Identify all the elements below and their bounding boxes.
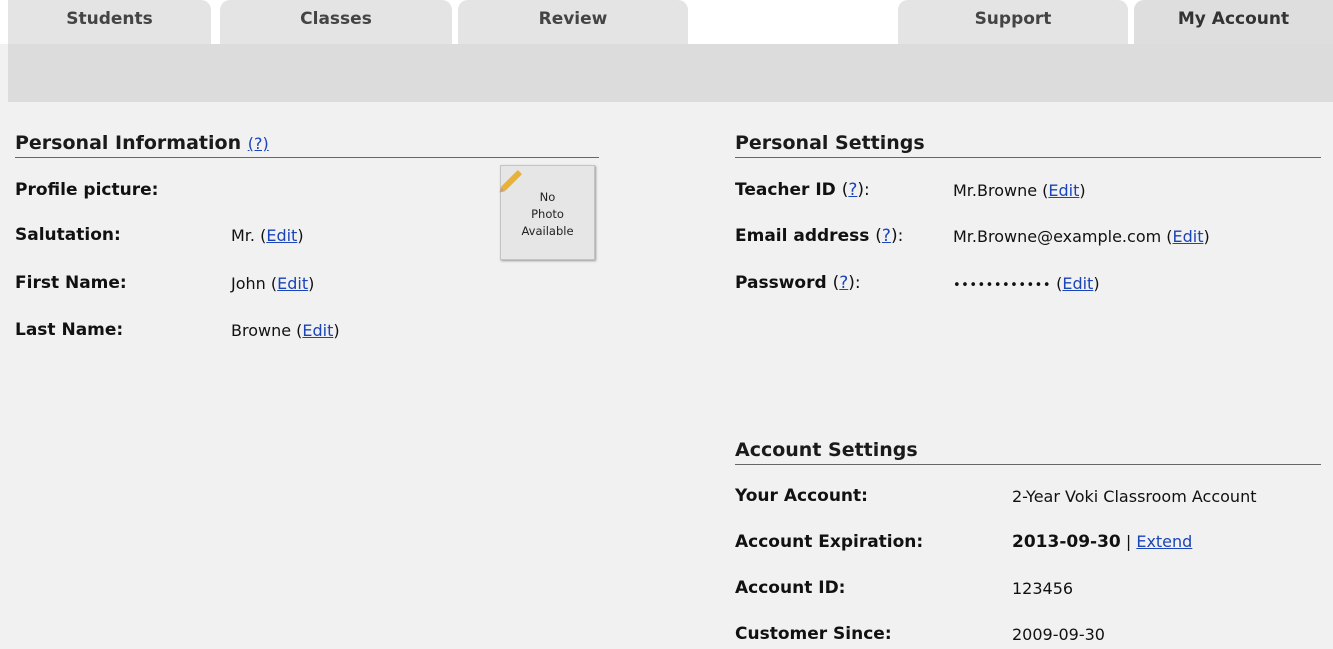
teacher-id-label-text: Teacher ID bbox=[735, 180, 836, 200]
separator: | bbox=[1125, 532, 1132, 551]
tab-bar: Students Classes Review Support My Accou… bbox=[0, 0, 1333, 44]
customer-since-value: 2009-09-30 bbox=[1012, 625, 1105, 644]
account-expiration-value: 2013-09-30 bbox=[1012, 532, 1121, 552]
edit-email-link[interactable]: Edit bbox=[1173, 227, 1204, 246]
pencil-edit-icon[interactable] bbox=[500, 169, 523, 192]
personal-information-help-link[interactable]: (?) bbox=[248, 134, 269, 153]
email-value: Mr.Browne@example.com bbox=[953, 227, 1162, 246]
account-settings-heading: Account Settings bbox=[735, 439, 1321, 465]
salutation-value-row: Mr. (Edit) bbox=[231, 226, 304, 245]
last-name-value: Browne bbox=[231, 321, 292, 340]
password-help-link[interactable]: ? bbox=[839, 273, 848, 293]
sub-navigation-bar bbox=[8, 44, 1333, 102]
edit-first-name-link[interactable]: Edit bbox=[277, 274, 308, 293]
first-name-value-row: John (Edit) bbox=[231, 274, 315, 293]
tab-review[interactable]: Review bbox=[458, 0, 688, 44]
photo-text-line-1: No bbox=[539, 190, 556, 204]
account-settings-title: Account Settings bbox=[735, 439, 918, 461]
tab-my-account[interactable]: My Account bbox=[1134, 0, 1333, 44]
profile-picture-label: Profile picture: bbox=[15, 180, 159, 200]
tab-classes[interactable]: Classes bbox=[220, 0, 452, 44]
last-name-value-row: Browne (Edit) bbox=[231, 321, 340, 340]
account-id-value: 123456 bbox=[1012, 579, 1074, 598]
password-label: Password (?): bbox=[735, 273, 861, 293]
personal-settings-heading: Personal Settings bbox=[735, 132, 1321, 158]
teacher-id-label: Teacher ID (?): bbox=[735, 180, 870, 200]
your-account-label: Your Account: bbox=[735, 486, 868, 506]
email-label: Email address (?): bbox=[735, 226, 904, 246]
last-name-label: Last Name: bbox=[15, 320, 124, 340]
tab-students[interactable]: Students bbox=[8, 0, 211, 44]
password-label-text: Password bbox=[735, 273, 827, 293]
teacher-id-value: Mr.Browne bbox=[953, 181, 1038, 200]
teacher-id-help-link[interactable]: ? bbox=[848, 180, 857, 200]
account-expiration-label: Account Expiration: bbox=[735, 532, 924, 552]
salutation-label: Salutation: bbox=[15, 225, 121, 245]
password-masked-value: •••••••••••• bbox=[953, 278, 1052, 293]
tab-support[interactable]: Support bbox=[898, 0, 1128, 44]
email-value-row: Mr.Browne@example.com (Edit) bbox=[953, 227, 1210, 246]
edit-teacher-id-link[interactable]: Edit bbox=[1048, 181, 1079, 200]
password-value-row: •••••••••••• (Edit) bbox=[953, 274, 1100, 293]
teacher-id-value-row: Mr.Browne (Edit) bbox=[953, 181, 1086, 200]
extend-account-link[interactable]: Extend bbox=[1136, 532, 1192, 551]
first-name-value: John bbox=[231, 274, 266, 293]
first-name-label: First Name: bbox=[15, 273, 127, 293]
edit-last-name-link[interactable]: Edit bbox=[302, 321, 333, 340]
customer-since-label: Customer Since: bbox=[735, 624, 892, 644]
edit-password-link[interactable]: Edit bbox=[1062, 274, 1093, 293]
personal-information-title: Personal Information bbox=[15, 132, 242, 154]
email-help-link[interactable]: ? bbox=[882, 226, 891, 246]
account-id-label: Account ID: bbox=[735, 578, 846, 598]
your-account-value: 2-Year Voki Classroom Account bbox=[1012, 487, 1257, 506]
photo-text-line-2: Photo bbox=[531, 207, 564, 221]
personal-settings-title: Personal Settings bbox=[735, 132, 925, 154]
profile-photo-placeholder[interactable]: No Photo Available bbox=[500, 165, 595, 260]
edit-salutation-link[interactable]: Edit bbox=[266, 226, 297, 245]
email-label-text: Email address bbox=[735, 226, 870, 246]
photo-text-line-3: Available bbox=[521, 224, 574, 238]
personal-information-heading: Personal Information (?) bbox=[15, 132, 599, 158]
salutation-value: Mr. bbox=[231, 226, 255, 245]
account-expiration-row: 2013-09-30 | Extend bbox=[1012, 532, 1192, 552]
